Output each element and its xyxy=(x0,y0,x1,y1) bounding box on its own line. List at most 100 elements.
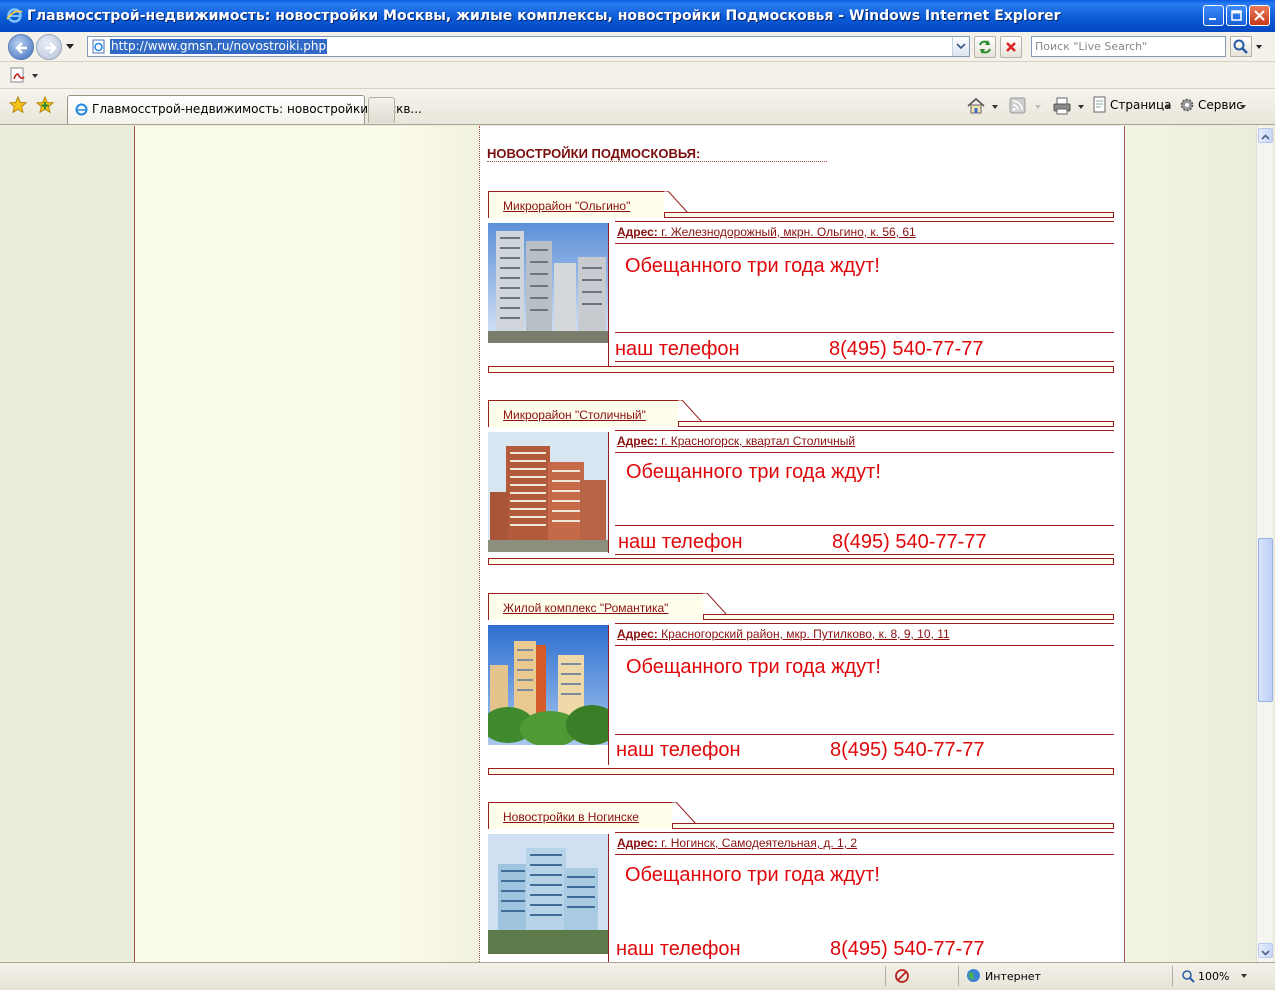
listing-slogan: Обещанного три года ждут! xyxy=(625,864,880,886)
listing-title-link[interactable]: Микрорайон "Столичный" xyxy=(503,408,646,422)
building-photo[interactable] xyxy=(488,432,608,552)
zoom-dropdown[interactable] xyxy=(1241,974,1247,978)
listing-slogan: Обещанного три года ждут! xyxy=(626,461,881,483)
url-text[interactable]: http://www.gmsn.ru/novostroiki.php xyxy=(110,39,328,54)
listing-card: Микрорайон "Столичный" Адрес: г. Красног… xyxy=(488,400,1114,570)
listing-address[interactable]: Адрес: г. Красногорск, квартал Столичный xyxy=(617,434,855,448)
listing-divider xyxy=(608,223,609,366)
close-button[interactable] xyxy=(1249,5,1270,26)
star-icon[interactable] xyxy=(9,96,27,114)
phone-label: наш телефон xyxy=(616,739,741,761)
new-tab-button[interactable] xyxy=(368,97,395,123)
add-star-icon[interactable] xyxy=(36,96,54,114)
vertical-scrollbar[interactable] xyxy=(1256,126,1273,962)
tab-active[interactable]: Главмосстрой-недвижимость: новостройки М… xyxy=(67,95,422,124)
print-icon[interactable] xyxy=(1052,96,1072,116)
listing-rule xyxy=(615,645,1114,646)
address-toolbar: http://www.gmsn.ru/novostroiki.php Поиск… xyxy=(0,32,1275,62)
listing-title-link[interactable]: Жилой комплекс "Романтика" xyxy=(503,601,668,615)
refresh-button[interactable] xyxy=(974,36,996,58)
home-icon[interactable] xyxy=(966,96,986,116)
zoom-level[interactable]: 100% xyxy=(1198,970,1229,983)
minimize-icon xyxy=(1209,18,1216,20)
pdf-icon[interactable] xyxy=(10,67,28,85)
maximize-button[interactable] xyxy=(1226,5,1247,26)
search-button[interactable] xyxy=(1230,36,1252,57)
close-icon xyxy=(1254,10,1265,21)
search-input[interactable]: Поиск "Live Search" xyxy=(1031,36,1226,57)
back-arrow-icon xyxy=(15,42,27,54)
section-underline xyxy=(487,161,827,162)
ie-logo-icon xyxy=(6,8,23,23)
listing-rule xyxy=(615,452,1114,453)
listing-rule xyxy=(615,243,1114,244)
listing-head-bar xyxy=(672,823,1114,829)
listing-title-link[interactable]: Микрорайон "Ольгино" xyxy=(503,199,630,213)
minimize-button[interactable] xyxy=(1203,5,1224,26)
scroll-down-button[interactable] xyxy=(1258,943,1273,958)
listing-title-link[interactable]: Новостройки в Ногинске xyxy=(503,810,639,824)
listing-slogan: Обещанного три года ждут! xyxy=(626,656,881,678)
chevron-down-icon xyxy=(1261,950,1270,956)
page-menu-dropdown[interactable] xyxy=(1165,105,1171,109)
feeds-dropdown[interactable] xyxy=(1035,105,1041,109)
stop-icon xyxy=(1006,42,1016,52)
chevron-up-icon xyxy=(1261,134,1270,140)
title-bar: Главмосстрой-недвижимость: новостройки М… xyxy=(0,0,1275,32)
home-dropdown[interactable] xyxy=(992,105,998,109)
listing-head-bar xyxy=(664,212,1114,218)
rss-icon[interactable] xyxy=(1009,97,1027,115)
address-field[interactable]: http://www.gmsn.ru/novostroiki.php xyxy=(87,36,970,57)
pdf-dropdown[interactable] xyxy=(32,74,38,78)
phone-number: 8(495) 540-77-77 xyxy=(830,938,985,960)
forward-button[interactable] xyxy=(36,34,62,60)
left-column xyxy=(134,126,479,962)
tools-menu-dropdown[interactable] xyxy=(1240,105,1246,109)
search-provider-dropdown[interactable] xyxy=(1256,45,1262,49)
history-dropdown[interactable] xyxy=(66,44,74,49)
listing-rule xyxy=(615,832,1114,833)
listing-divider xyxy=(608,834,609,962)
privacy-icon[interactable] xyxy=(893,967,911,985)
listing-tab: Новостройки в Ногинске xyxy=(488,802,696,829)
listing-rule xyxy=(615,221,1114,222)
listing-address[interactable]: Адрес: Красногорский район, мкр. Путилко… xyxy=(617,627,950,641)
listing-head-bar xyxy=(703,614,1114,620)
zoom-icon xyxy=(1182,970,1195,983)
building-photo[interactable] xyxy=(488,223,608,343)
listing-rule xyxy=(615,623,1114,624)
back-button[interactable] xyxy=(8,34,34,60)
page-menu-icon xyxy=(1093,96,1106,113)
listing-slogan: Обещанного три года ждут! xyxy=(625,255,880,277)
listing-address[interactable]: Адрес: г. Железнодорожный, мкрн. Ольгино… xyxy=(617,225,916,239)
status-separator xyxy=(885,966,886,986)
tools-menu-label[interactable]: Сервис xyxy=(1198,98,1243,112)
status-separator xyxy=(958,966,959,986)
main-content: НОВОСТРОЙКИ ПОДМОСКОВЬЯ: Микрорайон "Оль… xyxy=(479,126,1124,962)
listing-card: Микрорайон "Ольгино" Адрес: г. Железнодо… xyxy=(488,191,1114,376)
right-column xyxy=(1124,126,1256,962)
listing-tab: Микрорайон "Столичный" xyxy=(488,400,702,427)
scroll-up-button[interactable] xyxy=(1258,128,1273,143)
page-menu-label[interactable]: Страница xyxy=(1110,98,1172,112)
print-dropdown[interactable] xyxy=(1078,105,1084,109)
phone-number: 8(495) 540-77-77 xyxy=(832,531,987,553)
listing-divider xyxy=(608,432,609,553)
building-photo[interactable] xyxy=(488,834,608,954)
stop-button[interactable] xyxy=(1000,36,1022,58)
chevron-down-icon xyxy=(956,43,966,50)
phone-number: 8(495) 540-77-77 xyxy=(830,739,985,761)
forward-arrow-icon xyxy=(45,42,57,54)
listing-address[interactable]: Адрес: г. Ногинск, Самодеятельная, д. 1,… xyxy=(617,836,857,850)
listing-divider xyxy=(608,625,609,765)
phone-label: наш телефон xyxy=(618,531,743,553)
listing-card: Новостройки в Ногинске Адрес: г. Ногинск… xyxy=(488,802,1114,962)
security-zone[interactable]: Интернет xyxy=(985,970,1041,983)
address-dropdown[interactable] xyxy=(952,37,969,56)
gear-icon xyxy=(1180,98,1194,112)
ie-page-icon xyxy=(75,103,88,116)
building-photo[interactable] xyxy=(488,625,608,745)
listing-rule xyxy=(615,854,1114,855)
scroll-thumb[interactable] xyxy=(1258,538,1273,702)
listing-rule xyxy=(615,332,1114,333)
